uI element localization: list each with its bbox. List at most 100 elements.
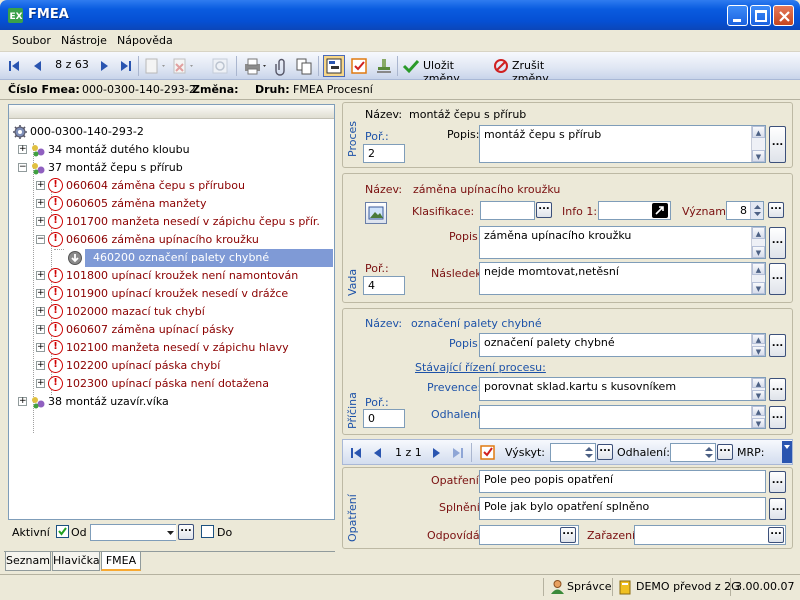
- expand-icon[interactable]: +: [36, 199, 45, 208]
- process-description-picker-button[interactable]: ...: [769, 126, 786, 163]
- expand-icon[interactable]: +: [36, 379, 45, 388]
- tab-list[interactable]: Seznam: [5, 552, 51, 571]
- effect-field[interactable]: nejde momtovat,netěsní: [479, 262, 766, 295]
- checklist-icon[interactable]: [349, 55, 369, 77]
- first-record-icon[interactable]: [6, 55, 22, 77]
- to-checkbox[interactable]: [201, 525, 214, 538]
- expand-icon[interactable]: +: [18, 145, 27, 154]
- tab-header[interactable]: Hlavička: [52, 552, 100, 571]
- prevention-picker-button[interactable]: ...: [769, 378, 786, 401]
- delete-record-icon[interactable]: [172, 55, 196, 77]
- prev-record-icon[interactable]: [371, 444, 385, 462]
- prevention-scrollbar[interactable]: ▲ ▼: [751, 378, 765, 400]
- last-record-icon[interactable]: [451, 444, 465, 462]
- classification-category-picker-button[interactable]: ...: [768, 527, 784, 543]
- info1-link-button[interactable]: [652, 203, 668, 218]
- tree-item-failure[interactable]: + ! 101700 manžeta nesedí v zápichu čepu…: [9, 213, 334, 231]
- cause-description-field[interactable]: označení palety chybné: [479, 333, 766, 357]
- failure-image-button[interactable]: [365, 202, 387, 224]
- classification-field[interactable]: [480, 201, 535, 220]
- from-picker-button[interactable]: ...: [178, 524, 194, 540]
- expand-icon[interactable]: +: [36, 289, 45, 298]
- close-button[interactable]: [773, 5, 794, 26]
- detection-field[interactable]: [479, 405, 766, 429]
- cause-description-picker-button[interactable]: ...: [769, 334, 786, 357]
- first-record-icon[interactable]: [349, 444, 363, 462]
- tree-item-cause-selected[interactable]: 460200 označení palety chybné: [85, 249, 333, 267]
- stamp-icon[interactable]: [374, 55, 394, 77]
- scroll-down-icon[interactable]: ▼: [752, 246, 765, 258]
- tree-item[interactable]: + 38 montáž uzavír.víka: [9, 393, 334, 411]
- expand-icon[interactable]: +: [36, 271, 45, 280]
- cause-order-field[interactable]: 0: [363, 409, 405, 428]
- next-record-icon[interactable]: [429, 444, 443, 462]
- menu-help[interactable]: Nápověda: [117, 34, 173, 47]
- severity-spinner[interactable]: [750, 202, 763, 219]
- occurrence-picker-button[interactable]: ...: [597, 444, 613, 460]
- severity-picker-button[interactable]: ...: [768, 202, 784, 218]
- from-date-input[interactable]: [90, 524, 176, 541]
- collapse-icon[interactable]: −: [18, 163, 27, 172]
- completion-picker-button[interactable]: ...: [769, 498, 786, 520]
- print-icon[interactable]: [242, 55, 268, 77]
- tree-item[interactable]: + 34 montáž dutého kloubu: [9, 141, 334, 159]
- cause-description-scrollbar[interactable]: ▲ ▼: [751, 334, 765, 356]
- scroll-up-icon[interactable]: ▲: [752, 378, 765, 388]
- tree-item-failure[interactable]: + ! 102200 upínací páska chybí: [9, 357, 334, 375]
- scroll-down-icon[interactable]: ▼: [752, 150, 765, 162]
- failure-order-field[interactable]: 4: [363, 276, 405, 295]
- checklist-icon[interactable]: [480, 444, 496, 461]
- tree-item-failure[interactable]: + ! 102300 upínací páska není dotažena: [9, 375, 334, 393]
- scroll-down-icon[interactable]: ▼: [752, 282, 765, 294]
- scroll-down-icon[interactable]: ▼: [752, 418, 765, 428]
- tab-fmea[interactable]: FMEA: [101, 552, 141, 571]
- save-changes-button[interactable]: Uložit změny: [402, 55, 488, 85]
- new-record-icon[interactable]: [144, 55, 168, 77]
- classification-picker-button[interactable]: ...: [536, 202, 552, 218]
- tree-item-failure[interactable]: + ! 101800 upínací kroužek není namontov…: [9, 267, 334, 285]
- responsible-picker-button[interactable]: ...: [560, 527, 576, 543]
- dropdown-button[interactable]: [165, 525, 176, 540]
- maximize-button[interactable]: [750, 5, 771, 26]
- detection-picker-button[interactable]: ...: [769, 406, 786, 429]
- detection-rating-picker-button[interactable]: ...: [717, 444, 733, 460]
- scroll-down-icon[interactable]: ▼: [752, 390, 765, 400]
- menu-tools[interactable]: Nástroje: [61, 34, 107, 47]
- scroll-up-icon[interactable]: ▲: [752, 263, 765, 275]
- effect-picker-button[interactable]: ...: [769, 263, 786, 295]
- spinner-arrows-icon[interactable]: [703, 444, 715, 461]
- fmea-tree[interactable]: 000-0300-140-293-2 + 34 montáž dutého kl…: [8, 104, 335, 520]
- from-checkbox[interactable]: [56, 525, 69, 538]
- spinner-arrows-icon[interactable]: [583, 444, 595, 461]
- toolbar-overflow-button[interactable]: [782, 441, 792, 463]
- scroll-up-icon[interactable]: ▲: [752, 406, 765, 416]
- prevention-field[interactable]: porovnat sklad.kartu s kusovníkem: [479, 377, 766, 401]
- expand-icon[interactable]: +: [36, 343, 45, 352]
- process-description-scrollbar[interactable]: ▲ ▼: [751, 126, 765, 162]
- effect-scrollbar[interactable]: ▲ ▼: [751, 263, 765, 294]
- expand-icon[interactable]: +: [36, 325, 45, 334]
- failure-description-scrollbar[interactable]: ▲ ▼: [751, 227, 765, 258]
- scroll-up-icon[interactable]: ▲: [752, 227, 765, 239]
- collapse-icon[interactable]: −: [36, 235, 45, 244]
- cancel-changes-button[interactable]: Zrušit změny: [493, 55, 579, 85]
- copy-icon[interactable]: [294, 55, 314, 77]
- tree-item-failure[interactable]: + ! 102100 manžeta nesedí v zápichu hlav…: [9, 339, 334, 357]
- scroll-up-icon[interactable]: ▲: [752, 126, 765, 138]
- expand-icon[interactable]: +: [36, 307, 45, 316]
- next-record-icon[interactable]: [96, 55, 112, 77]
- measure-field[interactable]: Pole peo popis opatření: [479, 470, 766, 493]
- attachment-icon[interactable]: [273, 55, 289, 77]
- tree-item-failure[interactable]: + ! 060607 záměna upínací pásky: [9, 321, 334, 339]
- measure-picker-button[interactable]: ...: [769, 471, 786, 493]
- process-description-field[interactable]: montáž čepu s přírub: [479, 125, 766, 163]
- tree-item-failure[interactable]: + ! 101900 upínací kroužek nesedí v dráž…: [9, 285, 334, 303]
- menu-file[interactable]: Soubor: [12, 34, 51, 47]
- last-record-icon[interactable]: [118, 55, 134, 77]
- expand-icon[interactable]: +: [36, 217, 45, 226]
- failure-description-field[interactable]: záměna upínacího kroužku: [479, 226, 766, 259]
- tree-item-failure[interactable]: − ! 060606 záměna upínacího kroužku: [9, 231, 334, 249]
- tree-item[interactable]: − 37 montáž čepu s přírub: [9, 159, 334, 177]
- tree-item-failure[interactable]: + ! 060605 záměna manžety: [9, 195, 334, 213]
- process-order-field[interactable]: 2: [363, 144, 405, 163]
